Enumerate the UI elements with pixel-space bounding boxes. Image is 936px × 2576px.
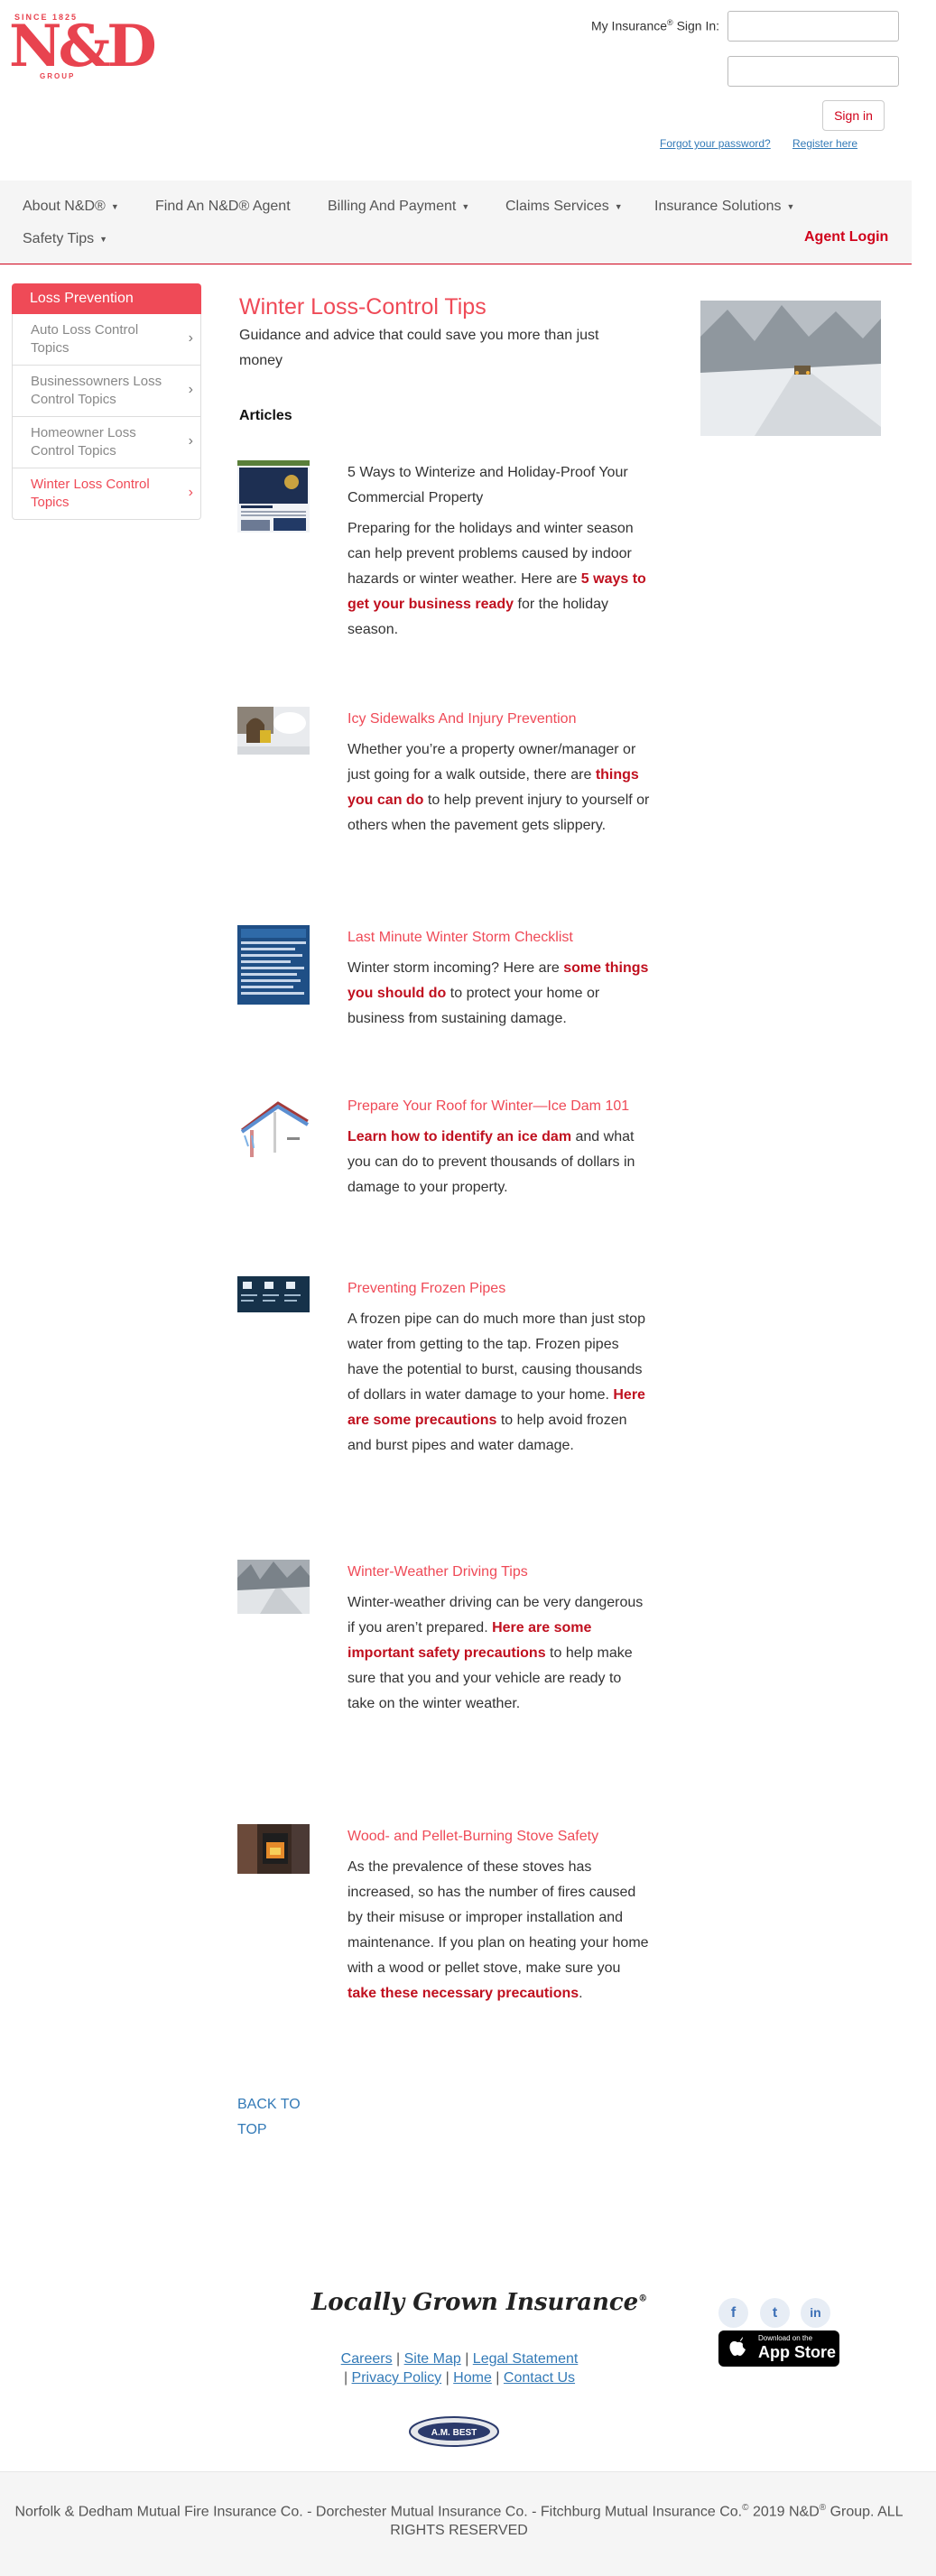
- app-store-badge[interactable]: Download on the App Store: [718, 2330, 839, 2367]
- apple-icon: [729, 2337, 746, 2362]
- article-thumbnail[interactable]: [237, 925, 310, 1005]
- footer-links: Careers | Site Map | Legal Statement | P…: [340, 2351, 579, 2386]
- article-thumbnail[interactable]: [237, 460, 310, 533]
- sidebar: Loss Prevention Auto Loss Control Topics…: [12, 283, 201, 520]
- nav-about[interactable]: About N&D® ▼: [23, 199, 119, 215]
- article-title[interactable]: Preventing Frozen Pipes: [348, 1276, 650, 1302]
- nav-insurance-solutions[interactable]: Insurance Solutions ▼: [654, 199, 794, 215]
- nd-group-logo[interactable]: SINCE 1825 N&D GROUP: [9, 13, 157, 80]
- sidebar-item-winter[interactable]: Winter Loss Control Topics ›: [12, 468, 201, 520]
- site-map-link[interactable]: Site Map: [404, 2351, 461, 2367]
- caret-down-icon: ▼: [461, 201, 470, 211]
- am-best-text: A.M. BEST: [431, 2428, 477, 2438]
- copyright-text: Norfolk & Dedham Mutual Fire Insurance C…: [14, 2503, 904, 2539]
- username-input[interactable]: [727, 11, 899, 42]
- sidebar-item-businessowners[interactable]: Businessowners Loss Control Topics ›: [12, 366, 201, 417]
- article-thumbnail[interactable]: [237, 1276, 310, 1312]
- article-link[interactable]: take these necessary precautions: [348, 1986, 579, 2001]
- article-text: Winter-weather driving can be very dange…: [348, 1595, 644, 1711]
- contact-us-link[interactable]: Contact Us: [504, 2370, 575, 2386]
- article-text: Whether you’re a property owner/manager …: [348, 742, 650, 833]
- main-nav: About N&D® ▼ Find An N&D® Agent Billing A…: [0, 181, 912, 264]
- article-link[interactable]: Learn how to identify an ice dam: [348, 1129, 571, 1144]
- caret-down-icon: ▼: [110, 201, 119, 211]
- chevron-right-icon: ›: [188, 382, 193, 397]
- article-thumbnail[interactable]: [237, 707, 310, 755]
- am-best-badge[interactable]: A.M. BEST: [409, 2416, 500, 2447]
- signin-button[interactable]: Sign in: [822, 100, 885, 131]
- article-text: Winter storm incoming? Here are some thi…: [348, 960, 649, 1026]
- caret-down-icon: ▼: [786, 201, 795, 211]
- page: SINCE 1825 N&D GROUP My Insurance® Sign …: [0, 0, 936, 2576]
- privacy-policy-link[interactable]: Privacy Policy: [352, 2370, 442, 2386]
- page-title: Winter Loss-Control Tips: [239, 294, 487, 320]
- app-store-small-text: Download on the: [758, 2334, 813, 2342]
- careers-link[interactable]: Careers: [341, 2351, 393, 2367]
- forgot-password-link[interactable]: Forgot your password?: [660, 137, 771, 150]
- sidebar-item-homeowner[interactable]: Homeowner Loss Control Topics ›: [12, 417, 201, 468]
- facebook-icon[interactable]: f: [718, 2298, 748, 2328]
- article-thumbnail[interactable]: [237, 1560, 310, 1614]
- article-thumbnail[interactable]: [237, 1094, 310, 1166]
- sidebar-item-auto[interactable]: Auto Loss Control Topics ›: [12, 314, 201, 366]
- chevron-right-icon: ›: [188, 485, 193, 500]
- article-title[interactable]: Icy Sidewalks And Injury Prevention: [348, 707, 650, 732]
- articles-heading: Articles: [239, 408, 292, 423]
- sidebar-heading: Loss Prevention: [12, 283, 201, 314]
- linkedin-icon[interactable]: in: [801, 2298, 830, 2328]
- article-title[interactable]: Wood- and Pellet-Burning Stove Safety: [348, 1824, 650, 1849]
- page-subtitle: Guidance and advice that could save you …: [239, 328, 599, 368]
- caret-down-icon: ▼: [99, 234, 108, 244]
- nav-claims[interactable]: Claims Services ▼: [505, 199, 623, 215]
- app-store-big-text: App Store: [758, 2343, 837, 2361]
- article-title[interactable]: Winter-Weather Driving Tips: [348, 1560, 650, 1585]
- logo-group: GROUP: [40, 72, 76, 80]
- chevron-right-icon: ›: [188, 330, 193, 346]
- signin-label: My Insurance® Sign In:: [591, 18, 720, 33]
- register-link[interactable]: Register here: [792, 137, 857, 150]
- caret-down-icon: ▼: [614, 201, 623, 211]
- home-link[interactable]: Home: [453, 2370, 492, 2386]
- agent-login-link[interactable]: Agent Login: [804, 229, 888, 246]
- chevron-right-icon: ›: [188, 433, 193, 449]
- article-title: 5 Ways to Winterize and Holiday-Proof Yo…: [348, 465, 628, 505]
- snowy-road-image: [700, 301, 881, 436]
- article-title[interactable]: Last Minute Winter Storm Checklist: [348, 925, 650, 950]
- back-to-top-link[interactable]: BACK TO TOP: [237, 2092, 310, 2143]
- password-input[interactable]: [727, 56, 899, 87]
- article-thumbnail[interactable]: [237, 1824, 310, 1874]
- nav-find-agent[interactable]: Find An N&D® Agent: [155, 199, 291, 215]
- nav-safety-tips[interactable]: Safety Tips ▼: [23, 231, 107, 247]
- article-text: A frozen pipe can do much more than just…: [348, 1311, 645, 1453]
- article-text: Preparing for the holidays and winter se…: [348, 521, 646, 637]
- article-title[interactable]: Prepare Your Roof for Winter—Ice Dam 101: [348, 1094, 650, 1119]
- footer-tagline: Locally Grown Insurance®: [311, 2289, 648, 2316]
- nav-billing[interactable]: Billing And Payment ▼: [328, 199, 469, 215]
- twitter-icon[interactable]: t: [760, 2298, 790, 2328]
- legal-statement-link[interactable]: Legal Statement: [473, 2351, 579, 2367]
- article-text: As the prevalence of these stoves has in…: [348, 1859, 649, 2001]
- article-text: Learn how to identify an ice dam and wha…: [348, 1129, 635, 1195]
- logo-mark: N&D: [9, 13, 157, 80]
